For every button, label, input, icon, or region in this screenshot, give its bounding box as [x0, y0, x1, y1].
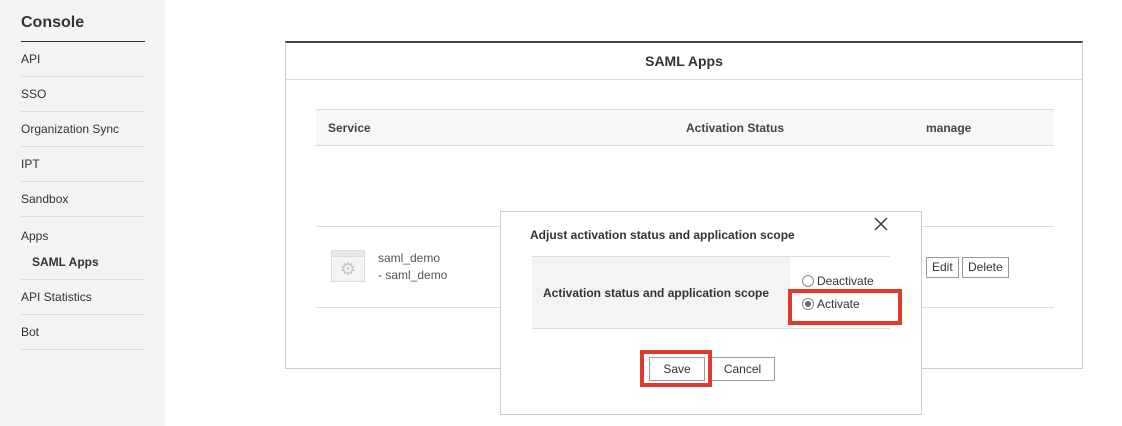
app-name-line2: - saml_demo	[378, 268, 448, 282]
save-highlight-box	[640, 350, 712, 387]
delete-button[interactable]: Delete	[962, 257, 1009, 278]
column-header-activation-status: Activation Status	[686, 121, 785, 135]
activate-highlight-box	[788, 289, 902, 325]
edit-button[interactable]: Edit	[926, 257, 959, 278]
activation-modal: Adjust activation status and application…	[500, 211, 922, 415]
sidebar-nav: API SSO Organization Sync IPT Sandbox Ap…	[21, 42, 145, 350]
column-header-service: Service	[328, 121, 371, 135]
radio-deactivate-indicator[interactable]	[802, 275, 814, 287]
activation-scope-label-cell: Activation status and application scope	[532, 257, 790, 328]
cancel-button[interactable]: Cancel	[710, 357, 775, 381]
sidebar-item-bot[interactable]: Bot	[21, 315, 145, 350]
app-name: saml_demo - saml_demo	[378, 250, 447, 284]
modal-title: Adjust activation status and application…	[530, 228, 795, 242]
sidebar-item-apps-label[interactable]: Apps	[21, 229, 48, 243]
close-icon[interactable]	[871, 214, 891, 234]
sidebar: Console API SSO Organization Sync IPT Sa…	[0, 0, 165, 426]
sidebar-item-api[interactable]: API	[21, 42, 145, 77]
app-name-line1: saml_demo	[378, 251, 441, 265]
sidebar-title: Console	[21, 14, 85, 31]
app-icon: ⚙	[331, 250, 365, 282]
sidebar-item-organization-sync[interactable]: Organization Sync	[21, 112, 145, 147]
column-header-manage: manage	[926, 121, 972, 135]
sidebar-item-ipt[interactable]: IPT	[21, 147, 145, 182]
table-header: Service Activation Status manage	[316, 109, 1054, 146]
sidebar-item-sso[interactable]: SSO	[21, 77, 145, 112]
sidebar-item-api-statistics[interactable]: API Statistics	[21, 280, 145, 315]
activation-scope-label: Activation status and application scope	[543, 286, 770, 300]
sidebar-item-apps: Apps SAML Apps	[21, 217, 145, 280]
radio-deactivate[interactable]: Deactivate	[802, 274, 874, 288]
sidebar-subitem-saml-apps[interactable]: SAML Apps	[21, 255, 145, 269]
app-icon-strip	[332, 251, 364, 257]
radio-deactivate-label: Deactivate	[817, 274, 874, 288]
gear-icon: ⚙	[339, 259, 357, 279]
panel-title: SAML Apps	[286, 43, 1082, 80]
sidebar-item-sandbox[interactable]: Sandbox	[21, 182, 145, 217]
